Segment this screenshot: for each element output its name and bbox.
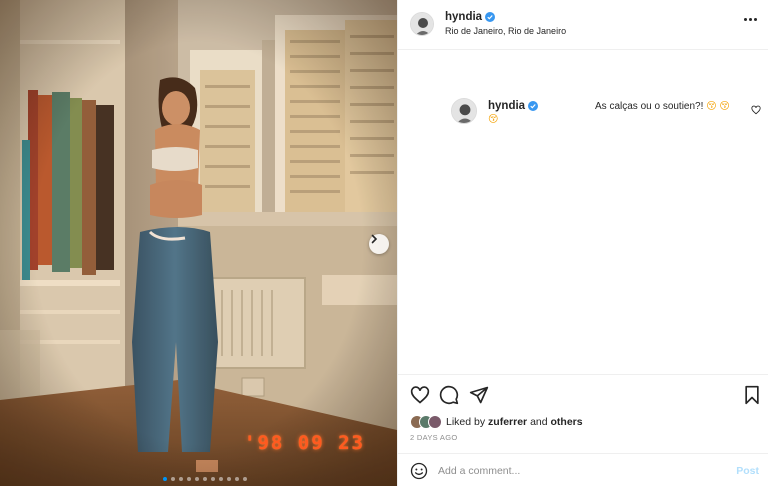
next-photo-button[interactable] — [369, 234, 389, 254]
carousel-dot — [187, 477, 191, 481]
action-bar — [398, 374, 768, 412]
post-button[interactable]: Post — [736, 465, 759, 477]
carousel-dot — [203, 477, 207, 481]
caption-body: As calças ou o soutien?! — [595, 101, 704, 112]
carousel-indicator — [163, 477, 247, 481]
post-timestamp[interactable]: 2 DAYS AGO — [410, 433, 457, 442]
liker-avatar — [428, 415, 442, 429]
caption-emoji-line: 😚 — [488, 114, 499, 125]
carousel-dot — [219, 477, 223, 481]
liked-by-text: Liked by zuferrer and others — [446, 416, 583, 428]
caption-user: hyndia — [488, 100, 539, 112]
location-link[interactable]: Rio de Janeiro, Rio de Janeiro — [445, 26, 566, 36]
heart-icon[interactable] — [751, 105, 761, 115]
verified-badge-icon — [485, 12, 496, 22]
carousel-dot — [171, 477, 175, 481]
photo-illustration — [0, 0, 397, 486]
more-options-button[interactable] — [744, 18, 757, 21]
caption-emoji: 😚 😚 — [706, 101, 730, 112]
caption-text: As calças ou o soutien?! 😚 😚 — [595, 100, 740, 114]
comment-bar: Post — [398, 453, 768, 486]
carousel-dot — [227, 477, 231, 481]
carousel-dot — [179, 477, 183, 481]
carousel-dot — [243, 477, 247, 481]
date-stamp: '98 09 23 — [244, 432, 365, 454]
chevron-right-icon — [371, 234, 378, 244]
liked-by-prefix: Liked by — [446, 416, 486, 428]
comment-input[interactable] — [438, 461, 718, 481]
emoji-icon[interactable] — [410, 462, 428, 480]
comment-icon[interactable] — [439, 385, 459, 405]
carousel-dot — [195, 477, 199, 481]
avatar-image — [452, 99, 476, 123]
bookmark-icon[interactable] — [742, 385, 762, 405]
liked-by: Liked by zuferrer and others — [410, 415, 583, 429]
post-details-panel: hyndia Rio de Janeiro, Rio de Janeiro hy… — [397, 0, 768, 486]
liked-by-and: and — [530, 416, 548, 428]
avatar[interactable] — [410, 12, 434, 36]
header-user: hyndia — [445, 11, 496, 23]
post-photo[interactable]: '98 09 23 — [0, 0, 397, 486]
others-link[interactable]: others — [551, 416, 583, 428]
share-icon[interactable] — [469, 385, 489, 405]
verified-badge-icon — [528, 101, 539, 111]
heart-icon[interactable] — [410, 385, 430, 405]
carousel-dot — [235, 477, 239, 481]
avatar-image — [411, 13, 433, 35]
caption-avatar[interactable] — [451, 98, 477, 124]
post-header: hyndia Rio de Janeiro, Rio de Janeiro — [398, 0, 768, 50]
username-link[interactable]: hyndia — [445, 11, 482, 23]
caption-username-link[interactable]: hyndia — [488, 100, 525, 112]
carousel-dot — [163, 477, 167, 481]
liker-username-link[interactable]: zuferrer — [488, 416, 527, 428]
carousel-dot — [211, 477, 215, 481]
more-icon — [744, 18, 747, 21]
